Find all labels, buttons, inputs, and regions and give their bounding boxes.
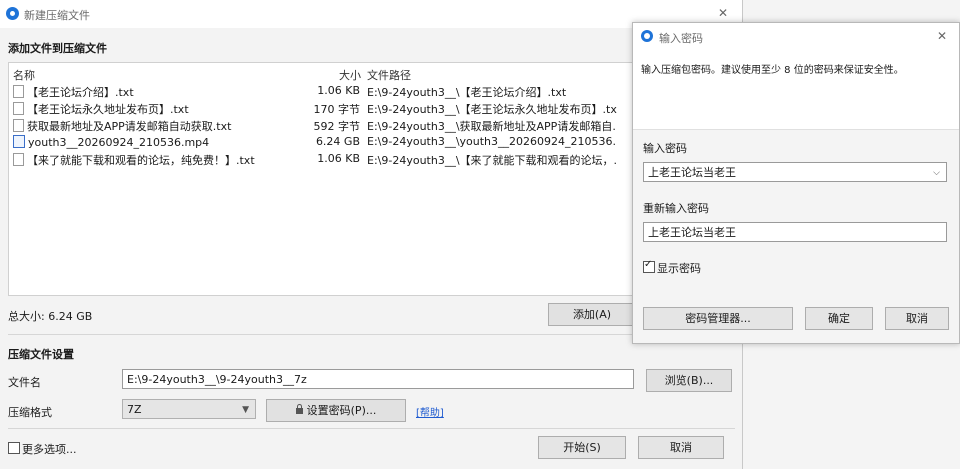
file-row[interactable]: 获取最新地址及APP请发邮箱自动获取.txt 592 字节 E:\9-24you…	[9, 116, 736, 133]
file-size: 170 字节	[313, 103, 361, 116]
video-file-icon	[13, 135, 25, 148]
more-options-label: 更多选项...	[22, 443, 77, 456]
cancel-button[interactable]: 取消	[638, 436, 724, 459]
file-size: 1.06 KB	[317, 152, 360, 165]
dialog-cancel-button[interactable]: 取消	[885, 307, 949, 330]
file-name: youth3__20260924_210536.mp4	[28, 136, 210, 149]
file-path: E:\9-24youth3__\【来了就能下载和观看的论坛，...	[367, 154, 617, 167]
file-row[interactable]: youth3__20260924_210536.mp4 6.24 GB E:\9…	[9, 133, 736, 150]
divider	[8, 428, 735, 429]
file-size: 592 字节	[313, 120, 361, 133]
add-files-title: 添加文件到压缩文件	[8, 42, 107, 55]
password-value: 上老王论坛当老王	[648, 166, 736, 179]
app-logo-icon	[641, 30, 653, 42]
column-path[interactable]: 文件路径	[367, 67, 411, 83]
dialog-banner: 输入压缩包密码。建议使用至少 8 位的密码来保证安全性。	[633, 49, 959, 130]
start-button[interactable]: 开始(S)	[538, 436, 626, 459]
settings-title: 压缩文件设置	[8, 348, 74, 361]
password-manager-button[interactable]: 密码管理器...	[643, 307, 793, 330]
ok-button[interactable]: 确定	[805, 307, 873, 330]
column-size[interactable]: 大小	[339, 67, 361, 83]
reenter-label: 重新输入密码	[643, 202, 709, 215]
reenter-password-field[interactable]: 上老王论坛当老王	[643, 222, 947, 242]
text-file-icon	[13, 153, 24, 166]
set-password-button[interactable]: 设置密码(P)...	[266, 399, 406, 422]
file-row[interactable]: 【来了就能下载和观看的论坛，纯免费！】.txt 1.06 KB E:\9-24y…	[9, 150, 736, 167]
format-label: 压缩格式	[8, 406, 52, 419]
filename-field[interactable]: E:\9-24youth3__\9-24youth3__7z	[122, 369, 634, 389]
password-dialog: 输入密码 ✕ 输入压缩包密码。建议使用至少 8 位的密码来保证安全性。 输入密码…	[632, 22, 960, 344]
window-titlebar: 新建压缩文件 ✕	[0, 0, 742, 28]
file-list[interactable]: 名称 大小 文件路径 【老王论坛介绍】.txt 1.06 KB E:\9-24y…	[8, 62, 737, 296]
filename-label: 文件名	[8, 376, 41, 389]
file-size: 1.06 KB	[317, 84, 360, 97]
add-button[interactable]: 添加(A)	[548, 303, 636, 326]
column-name[interactable]: 名称	[13, 67, 35, 83]
file-size: 6.24 GB	[315, 135, 360, 148]
file-name: 【老王论坛永久地址发布页】.txt	[27, 103, 189, 116]
dialog-titlebar: 输入密码 ✕	[633, 23, 959, 49]
file-path: E:\9-24youth3__\【老王论坛永久地址发布页】.txt	[367, 103, 617, 116]
format-select[interactable]: 7Z ▼	[122, 399, 256, 419]
text-file-icon	[13, 102, 24, 115]
show-password-checkbox[interactable]	[643, 259, 655, 273]
password-field[interactable]: 上老王论坛当老王 ⌵	[643, 162, 947, 182]
app-logo-icon	[6, 7, 19, 20]
file-name: 获取最新地址及APP请发邮箱自动获取.txt	[27, 120, 232, 133]
more-options-checkbox[interactable]	[8, 442, 20, 454]
file-path: E:\9-24youth3__\【老王论坛介绍】.txt	[367, 86, 567, 99]
file-path: E:\9-24youth3__\获取最新地址及APP请发邮箱自...	[367, 120, 617, 133]
divider	[8, 334, 735, 335]
browse-button[interactable]: 浏览(B)...	[646, 369, 732, 392]
set-password-label: 设置密码(P)...	[306, 404, 377, 417]
file-row[interactable]: 【老王论坛永久地址发布页】.txt 170 字节 E:\9-24youth3__…	[9, 99, 736, 116]
format-value: 7Z	[127, 403, 142, 416]
text-file-icon	[13, 119, 24, 132]
dialog-description: 输入压缩包密码。建议使用至少 8 位的密码来保证安全性。	[641, 65, 904, 76]
chevron-down-icon[interactable]: ⌵	[933, 163, 940, 181]
file-name: 【来了就能下载和观看的论坛，纯免费！】.txt	[27, 154, 255, 167]
chevron-down-icon: ▼	[242, 405, 249, 415]
total-size: 总大小: 6.24 GB	[8, 310, 93, 323]
text-file-icon	[13, 85, 24, 98]
password-label: 输入密码	[643, 142, 687, 155]
file-row[interactable]: 【老王论坛介绍】.txt 1.06 KB E:\9-24youth3__\【老王…	[9, 82, 736, 99]
lock-icon	[295, 404, 303, 414]
close-icon[interactable]: ✕	[718, 6, 728, 20]
show-password-label: 显示密码	[657, 262, 701, 275]
close-icon[interactable]: ✕	[937, 29, 947, 43]
file-path: E:\9-24youth3__\youth3__20260924_210536.…	[367, 135, 617, 148]
help-link[interactable]: [帮助]	[416, 404, 444, 419]
dialog-title: 输入密码	[659, 32, 703, 45]
file-name: 【老王论坛介绍】.txt	[27, 86, 134, 99]
window-title: 新建压缩文件	[24, 9, 90, 22]
